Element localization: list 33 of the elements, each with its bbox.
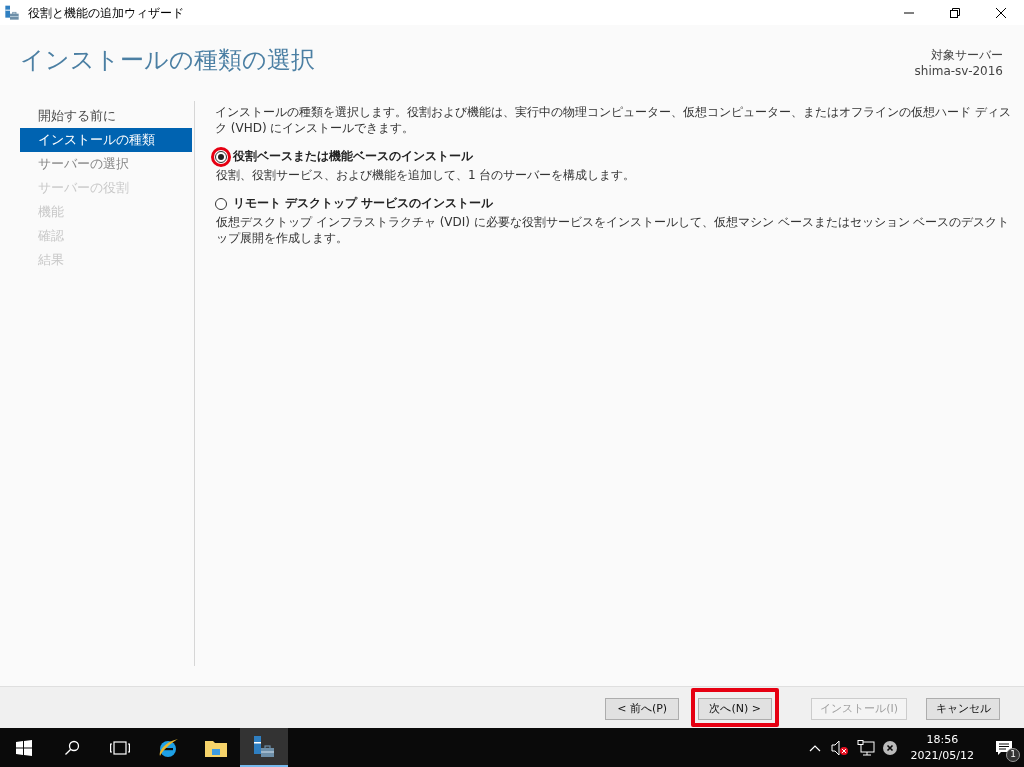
option-description: 役割、役割サービス、および機能を追加して、1 台のサーバーを構成します。 [215, 167, 637, 183]
chevron-up-icon[interactable] [808, 743, 821, 752]
notifications-button[interactable]: 1 [984, 728, 1024, 767]
target-server-name: shima-sv-2016 [914, 63, 1003, 79]
speaker-muted-icon[interactable] [830, 739, 849, 756]
page-title: インストールの種類の選択 [20, 45, 315, 75]
windows-logo-icon [16, 739, 32, 756]
wizard-step[interactable]: インストールの種類 [20, 128, 192, 152]
restore-icon [950, 7, 960, 18]
server-toolbox-icon [252, 734, 276, 759]
search-icon [64, 739, 80, 756]
intro-text: インストールの種類を選択します。役割および機能は、実行中の物理コンピューター、仮想コンピューター、またはオフラインの仮想ハード ディスク (VHD) にインストールできます。 [215, 104, 1012, 136]
wizard-button[interactable]: キャンセル [926, 698, 1000, 721]
clock-date[interactable]: 2021/05/12 [910, 747, 974, 764]
wizard-button[interactable]: 次へ(N) > [698, 698, 773, 721]
target-server-label: 対象サーバー [930, 47, 1003, 63]
wizard-button[interactable]: < 前へ(P) [605, 698, 680, 721]
option-label[interactable]: リモート デスクトップ サービスのインストール [233, 195, 493, 213]
wizard-taskbar-button[interactable] [240, 728, 288, 767]
radio-button[interactable] [211, 147, 231, 167]
error-icon[interactable] [882, 740, 897, 755]
clock-time[interactable]: 18:56 [926, 731, 959, 748]
notification-count: 1 [1006, 748, 1020, 762]
option-label[interactable]: 役割ベースまたは機能ベースのインストール [233, 148, 473, 166]
close-icon [996, 7, 1006, 18]
network-icon[interactable] [856, 739, 875, 756]
task-view-icon [110, 740, 130, 755]
message-icon [995, 739, 1013, 756]
window-title: 役割と機能の追加ウィザード [28, 4, 184, 22]
server-toolbox-icon [4, 4, 20, 21]
wizard-step[interactable]: サーバーの選択 [20, 152, 192, 176]
wizard-step[interactable]: 開始する前に [20, 104, 192, 128]
option-description: 仮想デスクトップ インフラストラクチャ (VDI) に必要な役割サービスをインストールして、仮想マシン ベースまたはセッション ベースのデスクトップ展開を作成します。 [215, 214, 1011, 246]
